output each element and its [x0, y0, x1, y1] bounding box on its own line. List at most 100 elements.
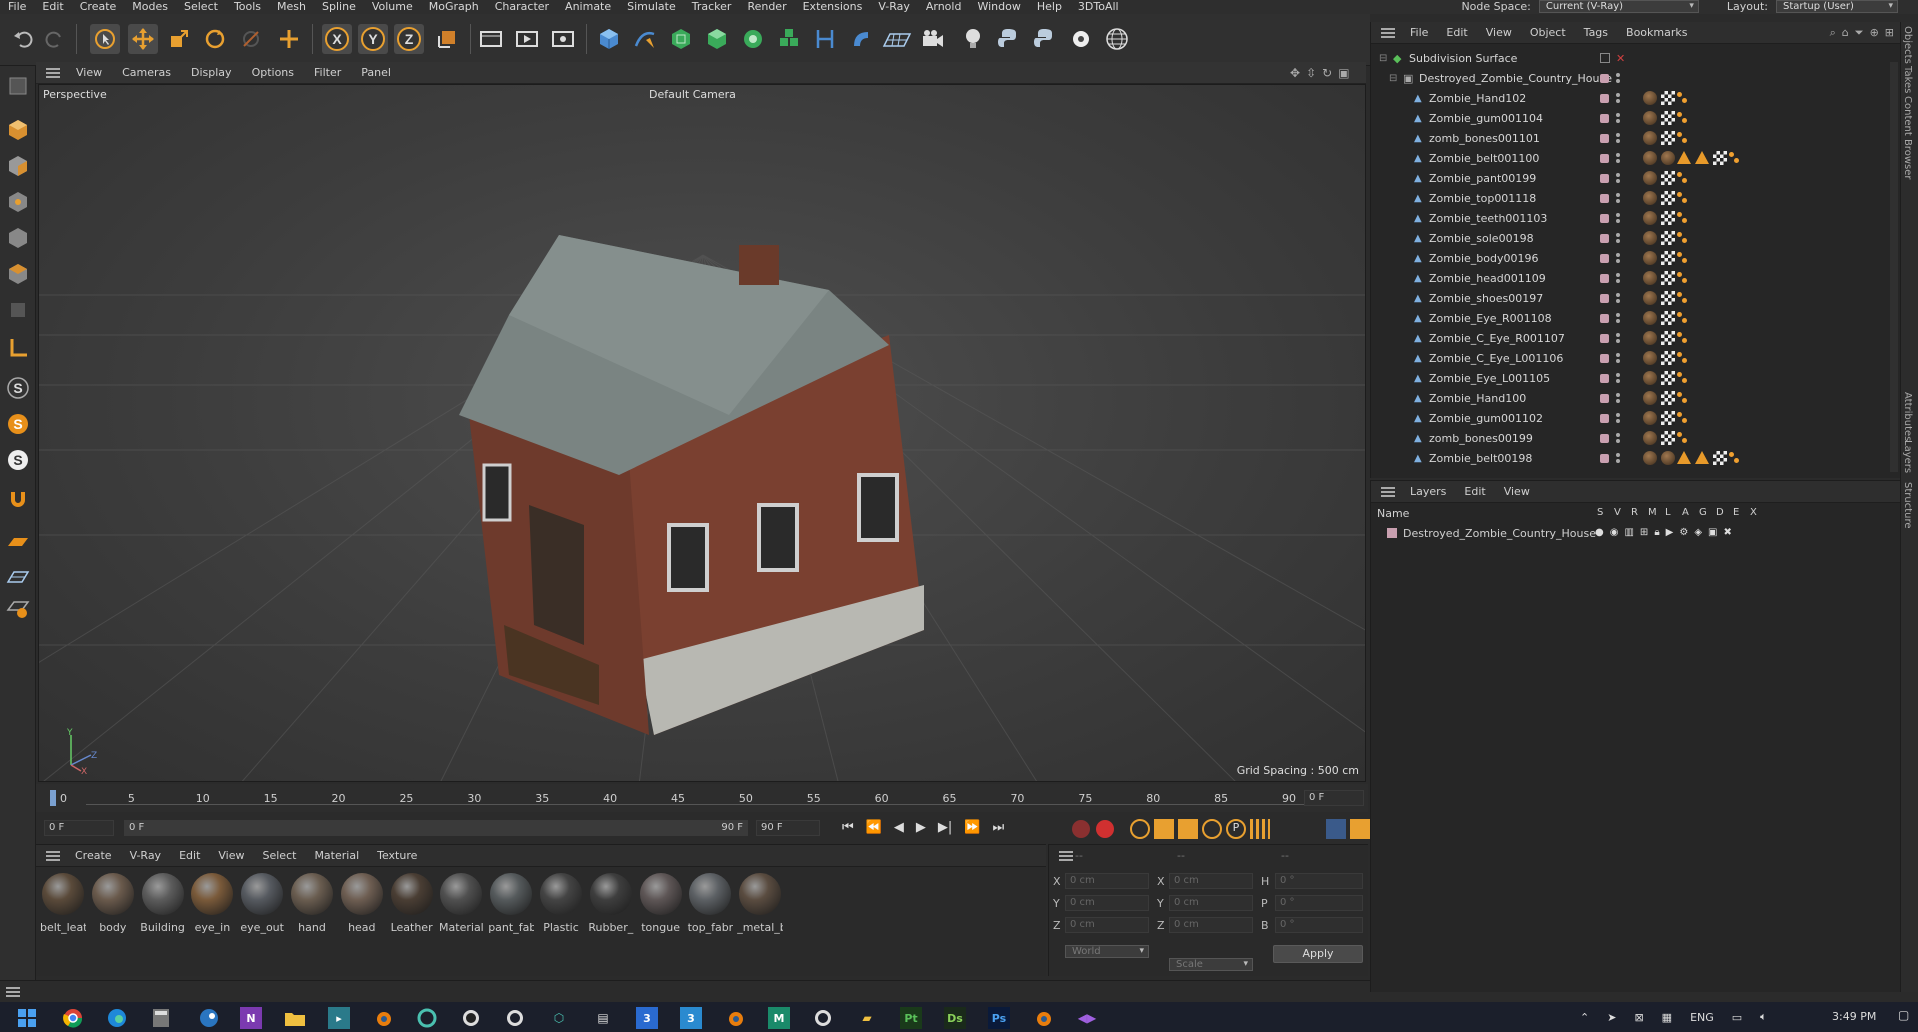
render-icon[interactable] — [512, 24, 542, 54]
layer-color-swatch[interactable] — [1600, 294, 1609, 303]
object-row[interactable]: ▲ Zombie_belt00198 — [1371, 448, 1891, 468]
layer-color-swatch[interactable] — [1600, 194, 1609, 203]
editor-visibility-dot[interactable] — [1616, 193, 1620, 197]
editor-visibility-dot[interactable] — [1616, 413, 1620, 417]
material-tag-icon[interactable] — [1643, 211, 1657, 225]
prev-key-icon[interactable]: ⏪ — [866, 820, 882, 835]
material-tag-icon[interactable] — [1643, 251, 1657, 265]
tray-app-icon[interactable]: ⊠ — [1634, 1011, 1643, 1024]
material-swatch[interactable]: Rubber_ — [588, 873, 634, 939]
pos-z-field[interactable]: 0 cm — [1065, 917, 1149, 933]
material-tag-icon[interactable] — [1643, 91, 1657, 105]
blender-icon[interactable] — [372, 1007, 394, 1029]
layer-color-swatch[interactable] — [1600, 274, 1609, 283]
menu-render[interactable]: Render — [739, 0, 794, 14]
light-icon[interactable] — [958, 24, 988, 54]
next-frame-icon[interactable]: ▶| — [938, 820, 952, 835]
xref-flag-icon[interactable]: ✖ — [1723, 527, 1731, 538]
workplane-icon[interactable] — [4, 528, 32, 556]
material-tag-icon[interactable] — [1643, 131, 1657, 145]
substance-painter-icon[interactable]: Pt — [900, 1007, 922, 1029]
material-tag-icon[interactable] — [1643, 351, 1657, 365]
object-row[interactable]: ▲ Zombie_gum001104 — [1371, 108, 1891, 128]
material-swatch[interactable]: Plastic — [538, 873, 584, 939]
render-settings-icon[interactable] — [548, 24, 578, 54]
axis-y-button[interactable]: Y — [358, 24, 388, 54]
layer-row[interactable]: Destroyed_Zombie_Country_House ● ◉ ▥ ⊞ 🔒… — [1371, 525, 1891, 543]
material-swatch[interactable]: head — [339, 873, 385, 939]
editor-visibility-dot[interactable] — [1616, 393, 1620, 397]
layer-color-swatch[interactable] — [1600, 354, 1609, 363]
key-scale-icon[interactable] — [1178, 819, 1198, 839]
side-tab-structure[interactable]: Structure — [1902, 482, 1913, 529]
layer-color-swatch[interactable] — [1600, 234, 1609, 243]
make-editable-icon[interactable] — [4, 72, 32, 100]
layout-dropdown[interactable]: Startup (User) — [1776, 0, 1898, 13]
3d-viewport[interactable]: Perspective Default Camera Grid Spacing … — [38, 84, 1366, 782]
material-tag-icon[interactable] — [1643, 231, 1657, 245]
selection-tag-icon[interactable] — [1729, 452, 1741, 464]
menu-v-ray[interactable]: V-Ray — [870, 0, 918, 14]
coord-space-dropdown[interactable]: World — [1065, 945, 1149, 958]
editor-visibility-dot[interactable] — [1616, 93, 1620, 97]
material-swatch[interactable]: Leather — [389, 873, 435, 939]
menu-arnold[interactable]: Arnold — [918, 0, 970, 14]
menu-file[interactable]: File — [0, 0, 34, 14]
obs-icon[interactable] — [460, 1007, 482, 1029]
layer-color-swatch[interactable] — [1600, 134, 1609, 143]
menu-mograph[interactable]: MoGraph — [421, 0, 487, 14]
tray-display-icon[interactable]: ▦ — [1662, 1011, 1672, 1024]
key-pla-icon[interactable] — [1250, 819, 1270, 839]
calculator-icon[interactable] — [150, 1007, 172, 1029]
davinci-icon[interactable] — [416, 1007, 438, 1029]
menu-spline[interactable]: Spline — [314, 0, 364, 14]
field-icon[interactable] — [810, 24, 840, 54]
editor-visibility-dot[interactable] — [1616, 373, 1620, 377]
selection-tag-icon[interactable] — [1677, 212, 1689, 224]
uvw-tag-icon[interactable] — [1661, 371, 1675, 385]
viewport-menu-display[interactable]: Display — [181, 66, 242, 79]
render-visibility-dot[interactable] — [1616, 179, 1620, 183]
live-select-icon[interactable] — [274, 24, 304, 54]
editor-visibility-dot[interactable] — [1616, 353, 1620, 357]
menu-extensions[interactable]: Extensions — [795, 0, 871, 14]
material-tag-icon[interactable] — [1661, 451, 1675, 465]
object-row[interactable]: ▲ zomb_bones00199 — [1371, 428, 1891, 448]
app-icon-teal[interactable]: ⬡ — [548, 1007, 570, 1029]
render-visibility-dot[interactable] — [1616, 379, 1620, 383]
editor-visibility-dot[interactable] — [1616, 293, 1620, 297]
edge-icon[interactable] — [106, 1007, 128, 1029]
layer-menu-icon[interactable] — [1381, 486, 1395, 497]
app-icon-3[interactable]: 3 — [636, 1007, 658, 1029]
object-row[interactable]: ▲ Zombie_top001118 — [1371, 188, 1891, 208]
menu-character[interactable]: Character — [487, 0, 557, 14]
material-tag-icon[interactable] — [1643, 291, 1657, 305]
render-visibility-dot[interactable] — [1616, 219, 1620, 223]
onenote-icon[interactable]: N — [240, 1007, 262, 1029]
side-tab-layers[interactable]: Layers — [1902, 440, 1913, 473]
object-row[interactable]: ▲ Zombie_Hand102 — [1371, 88, 1891, 108]
layer-color-swatch[interactable] — [1600, 174, 1609, 183]
start-frame-field[interactable]: 0 F — [44, 820, 114, 836]
menu-window[interactable]: Window — [969, 0, 1028, 14]
object-row[interactable]: ▲ Zombie_Eye_R001108 — [1371, 308, 1891, 328]
rot-b-field[interactable]: 0 ° — [1275, 917, 1363, 933]
layer-color-swatch[interactable] — [1600, 114, 1609, 123]
manager-flag-icon[interactable]: ⊞ — [1640, 527, 1648, 538]
material-tag-icon[interactable] — [1643, 431, 1657, 445]
layer-col-m[interactable]: M — [1648, 507, 1659, 518]
object-menu-object[interactable]: Object — [1521, 26, 1575, 39]
deformer-icon[interactable] — [846, 24, 876, 54]
layer-col-x[interactable]: X — [1750, 507, 1761, 518]
go-to-end-icon[interactable]: ⏭ — [992, 820, 1004, 835]
uvw-tag-icon[interactable] — [1713, 451, 1727, 465]
pos-y-field[interactable]: 0 cm — [1065, 895, 1149, 911]
vertex-map-tag-icon[interactable] — [1695, 151, 1709, 164]
material-swatch[interactable]: eye_in — [189, 873, 235, 939]
snap-orange-icon[interactable]: S — [4, 410, 32, 438]
uvw-tag-icon[interactable] — [1661, 91, 1675, 105]
model-mode-icon[interactable] — [4, 116, 32, 144]
object-row[interactable]: ▲ Zombie_belt001100 — [1371, 148, 1891, 168]
floor-icon[interactable] — [882, 24, 912, 54]
texture-mode-icon[interactable] — [4, 152, 32, 180]
